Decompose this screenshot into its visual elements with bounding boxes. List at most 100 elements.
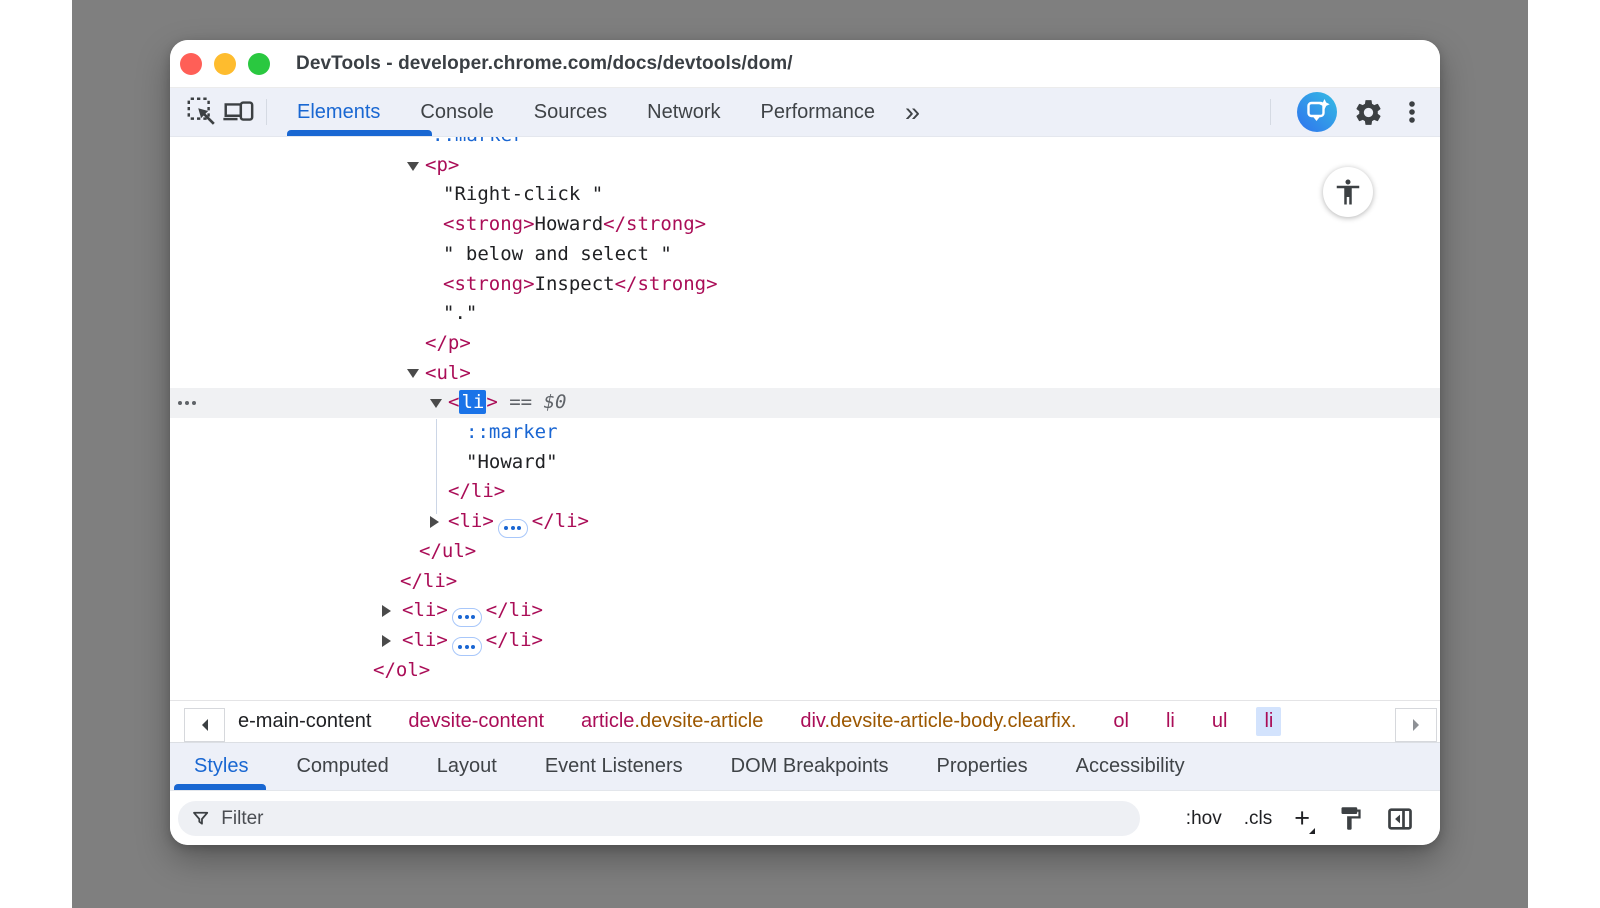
breadcrumb-scroll-right-button[interactable]: [1395, 708, 1437, 742]
expand-arrow-icon[interactable]: [430, 399, 442, 408]
tree-row[interactable]: ::marker: [170, 418, 1440, 448]
title-bar: DevTools - developer.chrome.com/docs/dev…: [170, 40, 1440, 88]
code-token: "Right-click ": [443, 183, 603, 205]
tree-row[interactable]: </li>: [170, 477, 1440, 507]
sidebar-tab-strip: StylesComputedLayoutEvent ListenersDOM B…: [170, 742, 1440, 790]
devtools-window: DevTools - developer.chrome.com/docs/dev…: [170, 40, 1440, 845]
maximize-window-button[interactable]: [248, 53, 270, 75]
collapse-arrow-icon[interactable]: [382, 605, 391, 617]
tab-accessibility[interactable]: Accessibility: [1052, 743, 1209, 790]
more-panels-chevron[interactable]: »: [895, 99, 930, 126]
minimize-window-button[interactable]: [214, 53, 236, 75]
tree-row[interactable]: </ul>: [170, 537, 1440, 567]
code-token: </li>: [400, 570, 457, 592]
expand-ellipsis-icon[interactable]: [498, 519, 528, 538]
tree-row[interactable]: </li>: [170, 567, 1440, 597]
crumb-token: li: [1166, 710, 1175, 732]
new-style-rule-button[interactable]: +: [1294, 805, 1315, 832]
toggle-sidebar-icon[interactable]: [1386, 805, 1414, 833]
tree-row-selected[interactable]: <li> == $0: [170, 388, 1440, 418]
code-token: li: [459, 390, 486, 414]
inspect-element-icon[interactable]: [184, 94, 220, 130]
code-token: ::marker: [432, 137, 524, 146]
tab-styles[interactable]: Styles: [170, 743, 272, 790]
breadcrumb-item[interactable]: li: [1158, 707, 1183, 736]
tab-sources[interactable]: Sources: [514, 88, 627, 136]
code-token: " below and select ": [443, 243, 672, 265]
code-token: <strong>: [443, 213, 535, 235]
code-token: <li>: [448, 510, 494, 532]
tree-row[interactable]: <p>: [170, 151, 1440, 181]
tree-row[interactable]: <li></li>: [170, 626, 1440, 656]
code-token: <strong>: [443, 273, 535, 295]
accessibility-floating-button[interactable]: [1323, 167, 1373, 217]
breadcrumb-item[interactable]: ol: [1105, 707, 1137, 736]
code-token: >: [486, 391, 497, 413]
tree-row[interactable]: "Right-click ": [170, 180, 1440, 210]
breadcrumb-scroll-left-button[interactable]: [184, 708, 225, 742]
filter-field[interactable]: [178, 801, 1140, 836]
breadcrumb-item[interactable]: li: [1256, 707, 1281, 736]
rendering-emulation-icon[interactable]: [1337, 805, 1364, 832]
tab-console[interactable]: Console: [400, 88, 513, 136]
breadcrumb-item[interactable]: devsite-content: [400, 707, 552, 736]
filter-input[interactable]: [221, 808, 1128, 830]
tree-row[interactable]: <ul>: [170, 359, 1440, 389]
tab-computed[interactable]: Computed: [272, 743, 412, 790]
tree-row[interactable]: </ol>: [170, 656, 1440, 686]
tab-elements[interactable]: Elements: [277, 88, 400, 136]
crumb-token: ul: [1212, 710, 1228, 732]
styles-filter-bar: :hov .cls +: [170, 790, 1440, 845]
expand-arrow-icon[interactable]: [407, 369, 419, 378]
tree-row[interactable]: <li></li>: [170, 596, 1440, 626]
crumb-token: article: [581, 710, 634, 732]
code-token: ==: [498, 391, 544, 413]
tab-properties[interactable]: Properties: [913, 743, 1052, 790]
code-token: Inspect: [535, 273, 615, 295]
window-title: DevTools - developer.chrome.com/docs/dev…: [296, 53, 793, 75]
toggle-element-state-button[interactable]: :hov: [1186, 808, 1222, 830]
tab-event-listeners[interactable]: Event Listeners: [521, 743, 707, 790]
crumb-token: div: [800, 710, 824, 732]
tree-row[interactable]: ".": [170, 299, 1440, 329]
toolbar-divider: [1270, 99, 1271, 125]
code-token: $0: [544, 391, 567, 413]
tree-row[interactable]: <strong>Inspect</strong>: [170, 270, 1440, 300]
tab-layout[interactable]: Layout: [413, 743, 521, 790]
tree-row[interactable]: <strong>Howard</strong>: [170, 210, 1440, 240]
tree-row[interactable]: "Howard": [170, 448, 1440, 478]
tab-network[interactable]: Network: [627, 88, 740, 136]
tree-row[interactable]: " below and select ": [170, 240, 1440, 270]
tab-performance[interactable]: Performance: [741, 88, 896, 136]
crumb-token: li: [1264, 710, 1273, 732]
expand-ellipsis-icon[interactable]: [452, 608, 482, 627]
more-menu-dots-icon[interactable]: [1400, 97, 1424, 127]
breadcrumb-item[interactable]: div.devsite-article-body.clearfix.: [792, 707, 1084, 736]
code-token: </li>: [448, 480, 505, 502]
tree-row[interactable]: <li></li>: [170, 507, 1440, 537]
expand-arrow-icon[interactable]: [407, 162, 419, 171]
breadcrumb-item[interactable]: ul: [1204, 707, 1236, 736]
crumb-token: e-main-content: [238, 710, 371, 732]
crumb-token: .devsite-article-body.clearfix.: [824, 710, 1076, 732]
code-token: <p>: [425, 154, 459, 176]
expand-ellipsis-icon[interactable]: [452, 637, 482, 656]
tree-row[interactable]: ::marker: [170, 137, 1440, 151]
collapse-arrow-icon[interactable]: [382, 635, 391, 647]
tree-row[interactable]: </p>: [170, 329, 1440, 359]
crumb-token: devsite-content: [408, 710, 544, 732]
settings-gear-icon[interactable]: [1353, 97, 1384, 128]
tab-dom-breakpoints[interactable]: DOM Breakpoints: [707, 743, 913, 790]
device-toolbar-icon[interactable]: [220, 94, 256, 130]
close-window-button[interactable]: [180, 53, 202, 75]
dom-tree-panel: ::marker<p>"Right-click "<strong>Howard<…: [170, 137, 1440, 700]
ai-assistant-icon[interactable]: [1297, 92, 1337, 132]
element-classes-button[interactable]: .cls: [1244, 808, 1273, 830]
code-token: Howard: [535, 213, 604, 235]
breadcrumb-item[interactable]: article.devsite-article: [573, 707, 771, 736]
collapse-arrow-icon[interactable]: [430, 516, 439, 528]
code-token: </ol>: [373, 659, 430, 681]
breadcrumb-item[interactable]: e-main-content: [230, 707, 379, 736]
devtools-toolbar: ElementsConsoleSourcesNetworkPerformance…: [170, 88, 1440, 137]
code-token: </p>: [425, 332, 471, 354]
